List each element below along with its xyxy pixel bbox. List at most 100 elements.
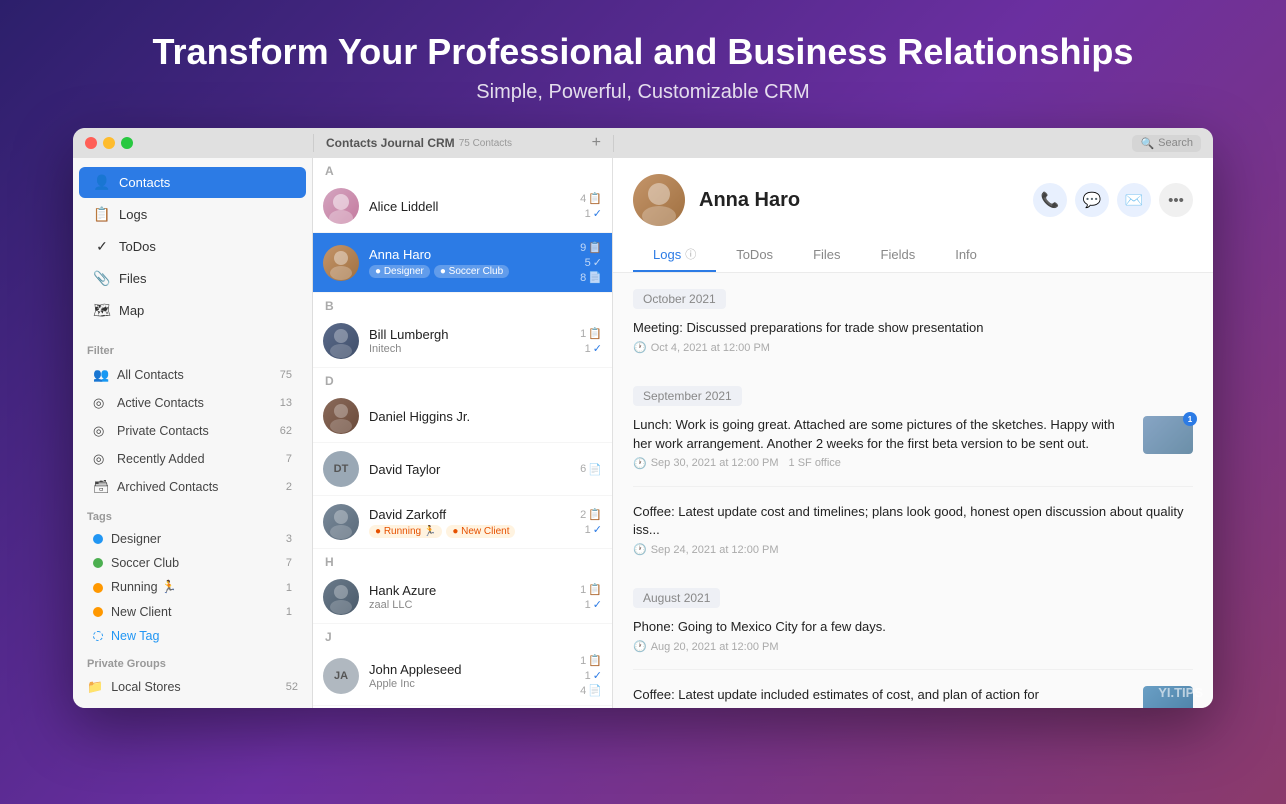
meta-dz-1: 2📋 — [580, 508, 602, 521]
archived-icon: 🗃 — [93, 479, 109, 495]
todos-icon: ✓ — [93, 238, 111, 255]
new-tag-dot — [93, 631, 103, 641]
contact-tags-dz: ● Running 🏃 ● New Client — [369, 525, 580, 538]
maximize-button[interactable] — [121, 137, 133, 149]
tag-running[interactable]: Running 🏃 1 — [79, 576, 306, 599]
title-bar-left — [73, 137, 313, 149]
contacts-scroll[interactable]: A Alice Liddell 4📋 — [313, 158, 612, 708]
contact-sub-hank: zaal LLC — [369, 599, 580, 611]
email-button[interactable]: ✉️ — [1117, 183, 1151, 217]
section-d: D — [313, 368, 612, 390]
tab-files[interactable]: Files — [793, 238, 860, 272]
meta-bill-1: 1📋 — [580, 327, 602, 340]
avatar-dz-img — [323, 504, 359, 540]
tag-soccer-club[interactable]: Soccer Club 7 — [79, 552, 306, 574]
contact-row-hank[interactable]: Hank Azure zaal LLC 1📋 1✓ — [313, 571, 612, 624]
filter-archived-contacts[interactable]: 🗃 Archived Contacts 2 — [79, 474, 306, 500]
meta-row-alice-2: 1✓ — [585, 207, 602, 220]
clock-icon-1: 🕐 — [633, 341, 647, 354]
sidebar-item-logs[interactable]: 📋 Logs — [79, 199, 306, 230]
contact-info-david-taylor: David Taylor — [369, 462, 580, 477]
contact-row-alice[interactable]: Alice Liddell 4📋 1✓ — [313, 180, 612, 233]
contact-row-john[interactable]: JA John Appleseed Apple Inc 1📋 1✓ 4📄 — [313, 646, 612, 706]
avatar-hank — [323, 579, 359, 615]
log-entry-coffee-aug: Coffee: Latest update included estimates… — [633, 686, 1193, 708]
search-icon: 🔍 — [1140, 137, 1154, 150]
title-bar: Contacts Journal CRM 75 Contacts + 🔍 Sea… — [73, 128, 1213, 158]
contact-name-john: John Appleseed — [369, 662, 580, 677]
sidebar-label-todos: ToDos — [119, 239, 156, 254]
minimize-button[interactable] — [103, 137, 115, 149]
filter-recently-added[interactable]: ◎ Recently Added 7 — [79, 446, 306, 472]
add-contact-button-bar[interactable]: + — [592, 134, 601, 152]
sidebar-item-todos[interactable]: ✓ ToDos — [79, 231, 306, 262]
tag-new-client[interactable]: New Client 1 — [79, 601, 306, 623]
tab-info[interactable]: Info — [935, 238, 997, 272]
avatar-hank-img — [323, 579, 359, 615]
contact-info-john: John Appleseed Apple Inc — [369, 662, 580, 690]
tab-fields[interactable]: Fields — [861, 238, 936, 272]
contact-meta-david-taylor: 6📄 — [580, 463, 602, 476]
detail-panel: Anna Haro 📞 💬 ✉️ ••• Logs ⓘ — [613, 158, 1213, 708]
contact-tags-anna: ● Designer ● Soccer Club — [369, 265, 580, 278]
filter-active-label: Active Contacts — [117, 396, 204, 410]
tab-fields-label: Fields — [881, 247, 916, 262]
contact-meta-alice: 4📋 1✓ — [580, 192, 602, 220]
sidebar: 👤 Contacts 📋 Logs ✓ ToDos 📎 Files — [73, 158, 313, 708]
group-local-stores[interactable]: 📁 Local Stores 52 — [73, 674, 312, 700]
meta-anna-3: 8📄 — [580, 271, 602, 284]
month-label-aug: August 2021 — [633, 588, 720, 608]
filter-all-contacts[interactable]: 👥 All Contacts 75 — [79, 362, 306, 388]
avatar-john: JA — [323, 658, 359, 694]
section-j: J — [313, 624, 612, 646]
call-button[interactable]: 📞 — [1033, 183, 1067, 217]
avatar-alice-img — [323, 188, 359, 224]
meta-anna-2: 5✓ — [585, 256, 602, 269]
log-date-1: Oct 4, 2021 at 12:00 PM — [651, 342, 770, 354]
contact-meta-bill: 1📋 1✓ — [580, 327, 602, 355]
contact-info-hank: Hank Azure zaal LLC — [369, 583, 580, 611]
sidebar-item-contacts[interactable]: 👤 Contacts — [79, 167, 306, 198]
tag-designer[interactable]: Designer 3 — [79, 528, 306, 550]
close-button[interactable] — [85, 137, 97, 149]
contact-row-anna[interactable]: Anna Haro ● Designer ● Soccer Club 9📋 5✓… — [313, 233, 612, 293]
title-bar-right: 🔍 Search — [613, 135, 1213, 152]
detail-header-top: Anna Haro 📞 💬 ✉️ ••• — [633, 174, 1193, 226]
log-entry-lunch-sep: Lunch: Work is going great. Attached are… — [633, 416, 1193, 486]
message-button[interactable]: 💬 — [1075, 183, 1109, 217]
filter-all-count: 75 — [280, 369, 292, 381]
group-local-stores-label: Local Stores — [111, 680, 180, 694]
avatar-alice — [323, 188, 359, 224]
tag-soccer-badge: ● Soccer Club — [434, 265, 509, 278]
month-label-oct: October 2021 — [633, 289, 726, 309]
filter-private-contacts[interactable]: ◎ Private Contacts 62 — [79, 418, 306, 444]
tag-soccer-label: Soccer Club — [111, 556, 179, 570]
more-button[interactable]: ••• — [1159, 183, 1193, 217]
log-meta-4: 🕐 Aug 20, 2021 at 12:00 PM — [633, 640, 1193, 653]
month-section-sep: September 2021 Lunch: Work is going grea… — [633, 386, 1193, 572]
tag-new-tag[interactable]: New Tag — [79, 625, 306, 647]
avatar-anna-img — [323, 245, 359, 281]
filter-section-label: Filter — [73, 335, 312, 361]
tab-logs[interactable]: Logs ⓘ — [633, 238, 716, 272]
sidebar-item-map[interactable]: 🗺 Map — [79, 295, 306, 326]
contact-row-david-zarkoff[interactable]: David Zarkoff ● Running 🏃 ● New Client 2… — [313, 496, 612, 549]
log-entry-meeting-oct: Meeting: Discussed preparations for trad… — [633, 319, 1193, 370]
sidebar-label-map: Map — [119, 303, 144, 318]
search-box[interactable]: 🔍 Search — [1132, 135, 1201, 152]
contact-row-bill[interactable]: Bill Lumbergh Initech 1📋 1✓ — [313, 315, 612, 368]
filter-active-contacts[interactable]: ◎ Active Contacts 13 — [79, 390, 306, 416]
filter-all-label: All Contacts — [117, 368, 184, 382]
group-local-stores-count: 52 — [286, 681, 298, 693]
title-bar-middle: Contacts Journal CRM 75 Contacts + — [313, 134, 613, 152]
sidebar-item-files[interactable]: 📎 Files — [79, 263, 306, 294]
month-section-aug: August 2021 Phone: Going to Mexico City … — [633, 588, 1193, 708]
contact-row-david-taylor[interactable]: DT David Taylor 6📄 — [313, 443, 612, 496]
contact-row-daniel[interactable]: Daniel Higgins Jr. — [313, 390, 612, 443]
detail-content[interactable]: October 2021 Meeting: Discussed preparat… — [613, 273, 1213, 708]
avatar-bill — [323, 323, 359, 359]
tab-todos[interactable]: ToDos — [716, 238, 793, 272]
log-date-2: Sep 30, 2021 at 12:00 PM — [651, 457, 779, 469]
avatar-anna — [323, 245, 359, 281]
meta-bill-2: 1✓ — [585, 342, 602, 355]
